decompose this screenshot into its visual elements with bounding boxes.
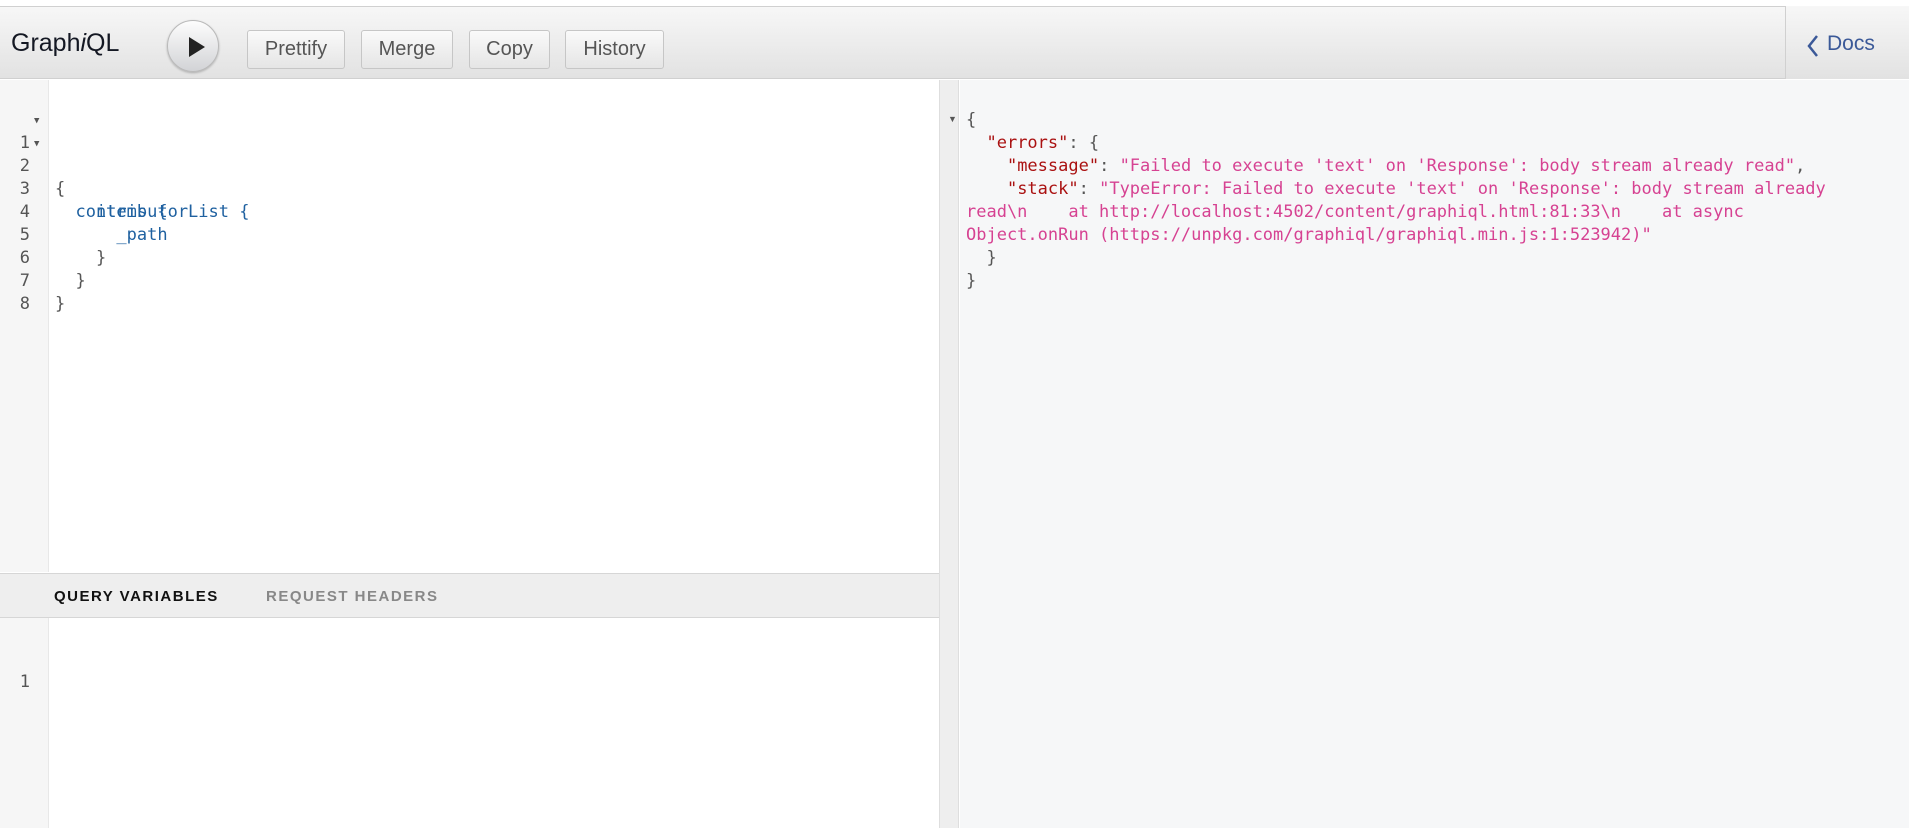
variables-editor[interactable]: 1 (0, 618, 939, 828)
docs-button[interactable]: Docs (1785, 6, 1909, 79)
code-line: 1 ▼ { (0, 109, 939, 199)
code-line: 3 items { (0, 155, 939, 222)
json-string: "TypeError: Failed to execute 'text' on … (1099, 179, 1826, 199)
chevron-left-icon (1807, 35, 1818, 57)
copy-button[interactable]: Copy (469, 30, 550, 69)
json-key: "stack" (1006, 179, 1079, 199)
execute-query-button[interactable] (167, 20, 219, 72)
code-line: 4 _path (0, 178, 939, 245)
query-editor[interactable]: 1 ▼ { 2 ▼ contributorList { 3 items { 4 … (0, 80, 939, 572)
docs-label: Docs (1827, 32, 1875, 55)
play-icon (189, 37, 205, 57)
result-line: "stack": "TypeError: Failed to execute '… (1006, 179, 1826, 199)
code-line: 5 } (0, 201, 939, 268)
code-line: 2 ▼ contributorList { (0, 132, 939, 222)
title-prefix: Graph (11, 29, 81, 57)
history-button[interactable]: History (565, 30, 664, 69)
json-string: "Failed to execute 'text' on 'Response':… (1119, 156, 1796, 176)
json-punctuation: : { (1068, 133, 1100, 153)
tab-request-headers[interactable]: REQUEST HEADERS (266, 588, 439, 605)
prettify-button[interactable]: Prettify (247, 30, 345, 69)
code-line: 6 } (0, 224, 939, 291)
toolbar: GraphiQL Prettify Merge Copy History (0, 6, 1909, 79)
line-number: 8 (19, 294, 30, 314)
result-line: "errors": { (966, 132, 1099, 155)
json-string: Object.onRun (https://unpkg.com/graphiql… (966, 225, 1652, 245)
fold-arrow-icon[interactable]: ▼ (34, 110, 39, 133)
fold-arrow-icon[interactable]: ▼ (948, 114, 957, 124)
app-title: GraphiQL (11, 29, 119, 58)
title-suffix: QL (86, 29, 120, 57)
result-line: "message": "Failed to execute 'text' on … (1006, 156, 1806, 176)
result-line: { (966, 109, 976, 132)
code-line: 8 (0, 270, 939, 314)
tab-query-variables[interactable]: QUERY VARIABLES (54, 588, 219, 605)
json-string: read\n at http://localhost:4502/content/… (966, 202, 1744, 222)
result-line: } (966, 270, 976, 293)
result-line: read\n at http://localhost:4502/content/… (966, 201, 1744, 224)
result-line: } (966, 247, 997, 270)
code-line: 7 } (0, 247, 939, 314)
json-brace: { (966, 110, 977, 130)
json-brace: } (966, 271, 977, 291)
fold-arrow-icon[interactable]: ▼ (34, 133, 39, 156)
code-line: 1 (0, 648, 939, 692)
line-number: 1 (19, 672, 30, 692)
json-brace: } (986, 248, 997, 268)
graphiql-app: GraphiQL Prettify Merge Copy History Doc… (0, 0, 1909, 828)
merge-button[interactable]: Merge (361, 30, 453, 69)
result-line: Object.onRun (https://unpkg.com/graphiql… (966, 224, 1652, 247)
result-pane: { "errors": { "message": "Failed to exec… (960, 80, 1909, 828)
json-key: "message" (1006, 156, 1100, 176)
variables-panel-header[interactable]: QUERY VARIABLES REQUEST HEADERS (0, 573, 939, 618)
pane-resize-handle[interactable] (939, 80, 959, 828)
json-key: "errors" (986, 133, 1069, 153)
